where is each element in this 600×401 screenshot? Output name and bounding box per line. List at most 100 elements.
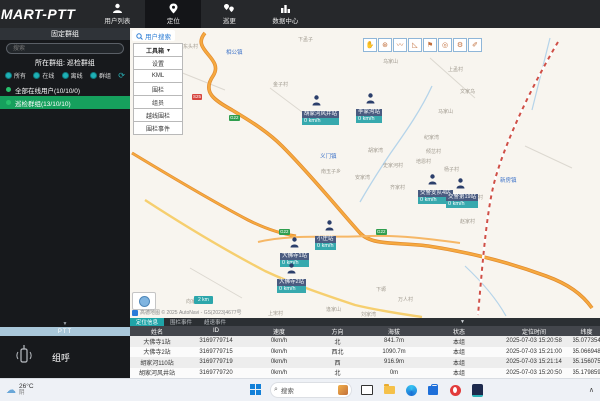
user-marker[interactable]: 交警第19站0 km/h: [446, 176, 478, 208]
map-toolbox-menu: 工具箱 ▾ 设置 KML 围栏 组员 越线围栏 围栏事件: [133, 44, 183, 135]
tab-user-list[interactable]: 用户列表: [89, 0, 145, 28]
filter-online[interactable]: 在线: [33, 71, 54, 80]
toolbox-header[interactable]: 工具箱 ▾: [133, 43, 183, 57]
map-place-label: 培恩村: [416, 158, 431, 165]
person-marker-icon: [325, 218, 336, 236]
start-button[interactable]: [250, 384, 262, 396]
toolbox-item-fence[interactable]: 围栏: [133, 82, 183, 96]
marker-name: 大佛寺2站: [277, 279, 306, 286]
tab-overspeed-events[interactable]: 超速事件: [198, 318, 232, 326]
road-badge: S25: [192, 94, 202, 100]
map-town-label: 义门镇: [320, 152, 337, 160]
pan-tool-icon[interactable]: ✋: [363, 38, 377, 52]
map-user-search[interactable]: 用户搜索: [132, 30, 175, 41]
folder-icon: [384, 386, 395, 394]
ptt-app-button[interactable]: [470, 383, 484, 397]
group-item-inspection[interactable]: 巡检群组(13/10/10): [0, 96, 130, 109]
map-place-label: 上宋村: [268, 310, 283, 317]
app-titlebar: SMART-PTT 用户列表 定位 巡更 数据中心: [0, 0, 600, 28]
task-view-icon: [361, 385, 373, 395]
road-badge: G22: [376, 229, 387, 235]
tray-expand-chevron[interactable]: ∧: [589, 386, 594, 394]
online-dot-icon: [6, 87, 11, 92]
filter-group[interactable]: 群组: [90, 71, 111, 80]
store-button[interactable]: [426, 383, 440, 397]
group-search-input[interactable]: [6, 43, 124, 54]
tab-fence-events[interactable]: 围栏事件: [164, 318, 198, 326]
person-marker-icon: [290, 235, 309, 253]
panel-collapse-arrow[interactable]: ▼: [460, 318, 465, 326]
tab-location-info[interactable]: 定位信息: [130, 318, 164, 326]
map-place-label: 胡家湾: [368, 147, 383, 154]
table-header: 姓名 ID 速度 方向 海拔 状态 定位时间 纬度: [130, 326, 600, 336]
group-filters: 所有 在线 离线 群组 ⟳: [0, 70, 130, 83]
filter-all[interactable]: 所有: [5, 71, 26, 80]
edge-browser-button[interactable]: [404, 383, 418, 397]
radio-icon: [62, 72, 69, 79]
user-marker[interactable]: 大佛寺2站0 km/h: [277, 261, 306, 293]
map-place-label: 齐家村: [390, 184, 405, 191]
group-call-row[interactable]: 组呼: [0, 336, 130, 378]
filter-offline[interactable]: 离线: [62, 71, 83, 80]
location-pin-icon: [168, 3, 179, 14]
user-marker[interactable]: 胡家河风井站0 km/h: [302, 93, 339, 125]
map-place-label: 纪家湾: [424, 134, 439, 141]
marker-name: 李家沟站: [356, 109, 382, 116]
marker-name: 交警第19站: [446, 194, 478, 201]
radio-icon: [33, 72, 40, 79]
group-item-all-online[interactable]: 全部在线用户(10/10/0): [0, 83, 130, 96]
table-row[interactable]: 胡家河风井站 3169779720 0km/h 北 0m 本组 2025-07-…: [130, 368, 600, 379]
file-explorer-button[interactable]: [382, 383, 396, 397]
erase-tool-icon[interactable]: ✐: [468, 38, 482, 52]
polyline-tool-icon[interactable]: 〰: [393, 38, 407, 52]
online-dot-icon: [6, 100, 11, 105]
map-place-label: 金子村: [273, 81, 288, 88]
bar-chart-icon: [280, 3, 291, 14]
toolbox-item-kml[interactable]: KML: [133, 69, 183, 83]
person-marker-icon: [312, 93, 339, 111]
main-nav: 用户列表 定位 巡更 数据中心: [89, 0, 313, 28]
search-icon: ⌕: [274, 386, 278, 394]
map-place-label: 南玉子乡: [321, 168, 341, 175]
flag-tool-icon[interactable]: ⚑: [423, 38, 437, 52]
map-scale: 2 km: [194, 296, 213, 304]
refresh-icon[interactable]: ⟳: [118, 72, 125, 80]
toolbox-item-settings[interactable]: 设置: [133, 56, 183, 70]
bottom-tabs: 定位信息 围栏事件 超速事件 ▼: [130, 318, 600, 326]
circle-tool-icon[interactable]: ◎: [438, 38, 452, 52]
group-call-label: 组呼: [52, 351, 70, 364]
ptt-bar[interactable]: PTT: [0, 327, 130, 336]
table-row[interactable]: 大佛寺1站 3169779714 0km/h 北 841.7m 本组 2025-…: [130, 336, 600, 347]
radio-icon: [5, 72, 12, 79]
select-tool-icon[interactable]: ⊛: [378, 38, 392, 52]
map-place-label: 安家湾: [355, 174, 370, 181]
marker-speed: 0 km/h: [315, 243, 336, 250]
map-place-label: 马家山: [438, 108, 453, 115]
map-place-label: 万人村: [398, 296, 413, 303]
map-canvas[interactable]: S25 G22 G22 G22 东头村 下孟子 相公镇 金子村 上孟村 乌家山 …: [130, 28, 600, 318]
map-place-label: 文家乌: [460, 88, 475, 95]
measure-tool-icon[interactable]: ◺: [408, 38, 422, 52]
toolbox-item-members[interactable]: 组员: [133, 95, 183, 109]
tab-patrol[interactable]: 巡更: [201, 0, 257, 28]
map-place-label: 刘家湾: [361, 311, 376, 318]
satellite-layer-toggle[interactable]: [132, 292, 156, 310]
user-marker[interactable]: 小庄站0 km/h: [315, 218, 336, 250]
sidebar: 固定群组 所在群组: 巡检群组 所有 在线 离线 群组 ⟳ 全部在线用户(10/…: [0, 28, 130, 378]
tab-data-center[interactable]: 数据中心: [257, 0, 313, 28]
table-row[interactable]: 大佛寺2站 3169779715 0km/h 西北 1090.7m 本组 202…: [130, 347, 600, 358]
search-highlight-thumbnail: [338, 385, 348, 395]
table-row[interactable]: 胡家河110站 3169779719 0km/h 西 916.9m 本组 202…: [130, 357, 600, 368]
weather-desc: 阴: [19, 390, 34, 396]
opera-browser-button[interactable]: [448, 383, 462, 397]
toolbox-item-fence-events[interactable]: 围栏事件: [133, 121, 183, 135]
taskbar-weather-widget[interactable]: ☁ 26°C 阴: [6, 384, 34, 396]
toolbox-item-crossline-fence[interactable]: 越线围栏: [133, 108, 183, 122]
task-view-button[interactable]: [360, 383, 374, 397]
tab-positioning[interactable]: 定位: [145, 0, 201, 28]
map-place-label: 史家河村: [383, 162, 403, 169]
person-marker-icon: [366, 91, 382, 109]
settings-tool-icon[interactable]: ⚙: [453, 38, 467, 52]
taskbar-search-input[interactable]: ⌕ 搜索: [270, 382, 352, 398]
user-marker[interactable]: 李家沟站0 km/h: [356, 91, 382, 123]
